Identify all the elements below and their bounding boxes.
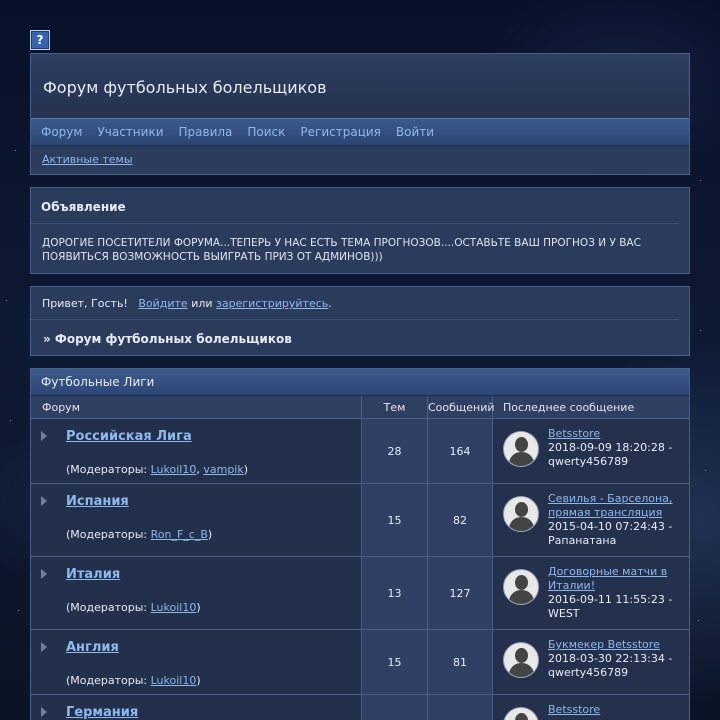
forum-link[interactable]: Испания [66, 494, 361, 509]
moderator-link[interactable]: Lukoil10 [151, 601, 197, 614]
moderators-label: (Модераторы: [66, 674, 148, 687]
last-post-date: 2015-04-10 07:24:43 - [548, 520, 673, 533]
last-post-date: 2016-09-11 11:55:23 - [548, 593, 673, 606]
forum-link[interactable]: Российская Лига [66, 429, 361, 444]
last-post-user: Рапанатана [548, 534, 617, 547]
moderator-link[interactable]: Ron_F_c_B [151, 528, 208, 541]
avatar [503, 496, 539, 532]
forum-arrow-icon [41, 496, 47, 506]
col-topics: Тем [362, 396, 428, 418]
nav-members[interactable]: Участники [97, 125, 163, 139]
register-link[interactable]: зарегистрируйтесь [216, 297, 328, 310]
forum-cell: Италия (Модераторы: Lukoil10) [31, 557, 362, 629]
moderator-link[interactable]: vampik [203, 463, 243, 476]
last-post-date: 2018-09-09 18:20:28 - [548, 441, 673, 454]
greeting-suffix: . [328, 297, 332, 310]
forum-link[interactable]: Англия [66, 640, 361, 655]
table-row: Испания (Модераторы: Ron_F_c_B) 15 82 Се… [31, 484, 689, 557]
forum-link[interactable]: Италия [66, 567, 361, 582]
moderator-link[interactable]: Lukoil10 [151, 674, 197, 687]
col-last-post: Последнее сообщение [503, 401, 635, 414]
announcement-panel: Объявление ДОРОГИЕ ПОСЕТИТЕЛИ ФОРУМА...Т… [30, 187, 690, 274]
forum-arrow-icon [41, 642, 47, 652]
topics-count: 28 [362, 419, 428, 483]
topics-count: 13 [362, 557, 428, 629]
active-topics-link[interactable]: Активные темы [42, 153, 133, 166]
posts-count: 127 [428, 557, 493, 629]
last-post-link[interactable]: Betsstore [548, 427, 672, 441]
forum-arrow-icon [41, 707, 47, 717]
moderators: (Модераторы: Lukoil10) [66, 601, 201, 614]
avatar [503, 642, 539, 678]
moderators: (Модераторы: Lukoil10, vampik) [66, 463, 249, 476]
forum-arrow-icon [41, 569, 47, 579]
main-nav: Форум Участники Правила Поиск Регистраци… [31, 118, 689, 146]
last-post-date: 2018-03-30 22:13:34 - [548, 652, 673, 665]
table-row: Российская Лига (Модераторы: Lukoil10, v… [31, 419, 689, 484]
forum-title: Форум футбольных болельщиков [31, 54, 689, 118]
posts-count [428, 695, 493, 720]
last-post-cell: Букмекер Betsstore 2018-03-30 22:13:34 -… [493, 630, 689, 694]
forum-list: Футбольные Лиги Форум Тем Сообщений Посл… [30, 368, 690, 720]
last-post-cell: Договорные матчи в Италии! 2016-09-11 11… [493, 557, 689, 629]
nav-forum[interactable]: Форум [41, 125, 82, 139]
forum-link[interactable]: Германия [66, 705, 361, 720]
last-post-cell: Betsstore 2018-09-09 18:20:28 - qwerty45… [493, 419, 689, 483]
moderators: (Модераторы: Ron_F_c_B) [66, 528, 213, 541]
topics-count: 15 [362, 630, 428, 694]
moderators-label: (Модераторы: [66, 601, 148, 614]
forum-cell: Германия [31, 695, 362, 720]
moderators-label: (Модераторы: [66, 463, 148, 476]
col-forum: Форум [31, 396, 362, 418]
greeting-prefix: Привет, Гость! [42, 297, 128, 310]
greeting-panel: Привет, Гость! Войдите или зарегистрируй… [30, 286, 690, 356]
avatar [503, 431, 539, 467]
last-post-link[interactable]: Договорные матчи в Италии! [548, 565, 689, 593]
category-title[interactable]: Футбольные Лиги [31, 369, 689, 396]
forum-cell: Испания (Модераторы: Ron_F_c_B) [31, 484, 362, 556]
forum-cell: Англия (Модераторы: Lukoil10) [31, 630, 362, 694]
avatar [503, 569, 539, 605]
posts-count: 82 [428, 484, 493, 556]
nav-rules[interactable]: Правила [179, 125, 233, 139]
table-row: Германия Betsstore [31, 695, 689, 720]
breadcrumb[interactable]: » Форум футбольных болельщиков [31, 320, 689, 346]
posts-count: 164 [428, 419, 493, 483]
announcement-title: Объявление [31, 188, 679, 224]
login-link[interactable]: Войдите [138, 297, 187, 310]
moderators-label: (Модераторы: [66, 528, 148, 541]
forum-cell: Российская Лига (Модераторы: Lukoil10, v… [31, 419, 362, 483]
moderators: (Модераторы: Lukoil10) [66, 674, 201, 687]
nav-login[interactable]: Войти [396, 125, 434, 139]
avatar [503, 707, 539, 720]
table-header: Форум Тем Сообщений Последнее сообщение [31, 396, 689, 419]
col-posts: Сообщений [428, 396, 495, 418]
posts-count: 81 [428, 630, 493, 694]
last-post-cell: Betsstore [493, 695, 689, 720]
last-post-user: qwerty456789 [548, 455, 629, 468]
nav-register[interactable]: Регистрация [300, 125, 380, 139]
help-icon[interactable]: ? [30, 30, 50, 50]
greeting-line: Привет, Гость! Войдите или зарегистрируй… [31, 287, 679, 320]
forum-header: Форум футбольных болельщиков Форум Участ… [30, 53, 690, 175]
last-post-user: WEST [548, 607, 580, 620]
table-row: Англия (Модераторы: Lukoil10) 15 81 Букм… [31, 630, 689, 695]
nav-search[interactable]: Поиск [247, 125, 285, 139]
topics-count: 15 [362, 484, 428, 556]
sub-nav: Активные темы [31, 146, 689, 174]
last-post-link[interactable]: Севилья - Барселона, прямая трансляция [548, 492, 689, 520]
forum-arrow-icon [41, 431, 47, 441]
last-post-cell: Севилья - Барселона, прямая трансляция 2… [493, 484, 689, 556]
last-post-link[interactable]: Betsstore [548, 703, 600, 717]
last-post-user: qwerty456789 [548, 666, 629, 679]
greeting-or: или [191, 297, 213, 310]
table-row: Италия (Модераторы: Lukoil10) 13 127 Дог… [31, 557, 689, 630]
last-post-link[interactable]: Букмекер Betsstore [548, 638, 672, 652]
topics-count [362, 695, 428, 720]
moderator-link[interactable]: Lukoil10 [151, 463, 197, 476]
announcement-text: ДОРОГИЕ ПОСЕТИТЕЛИ ФОРУМА...ТЕПЕРЬ У НАС… [42, 237, 641, 263]
